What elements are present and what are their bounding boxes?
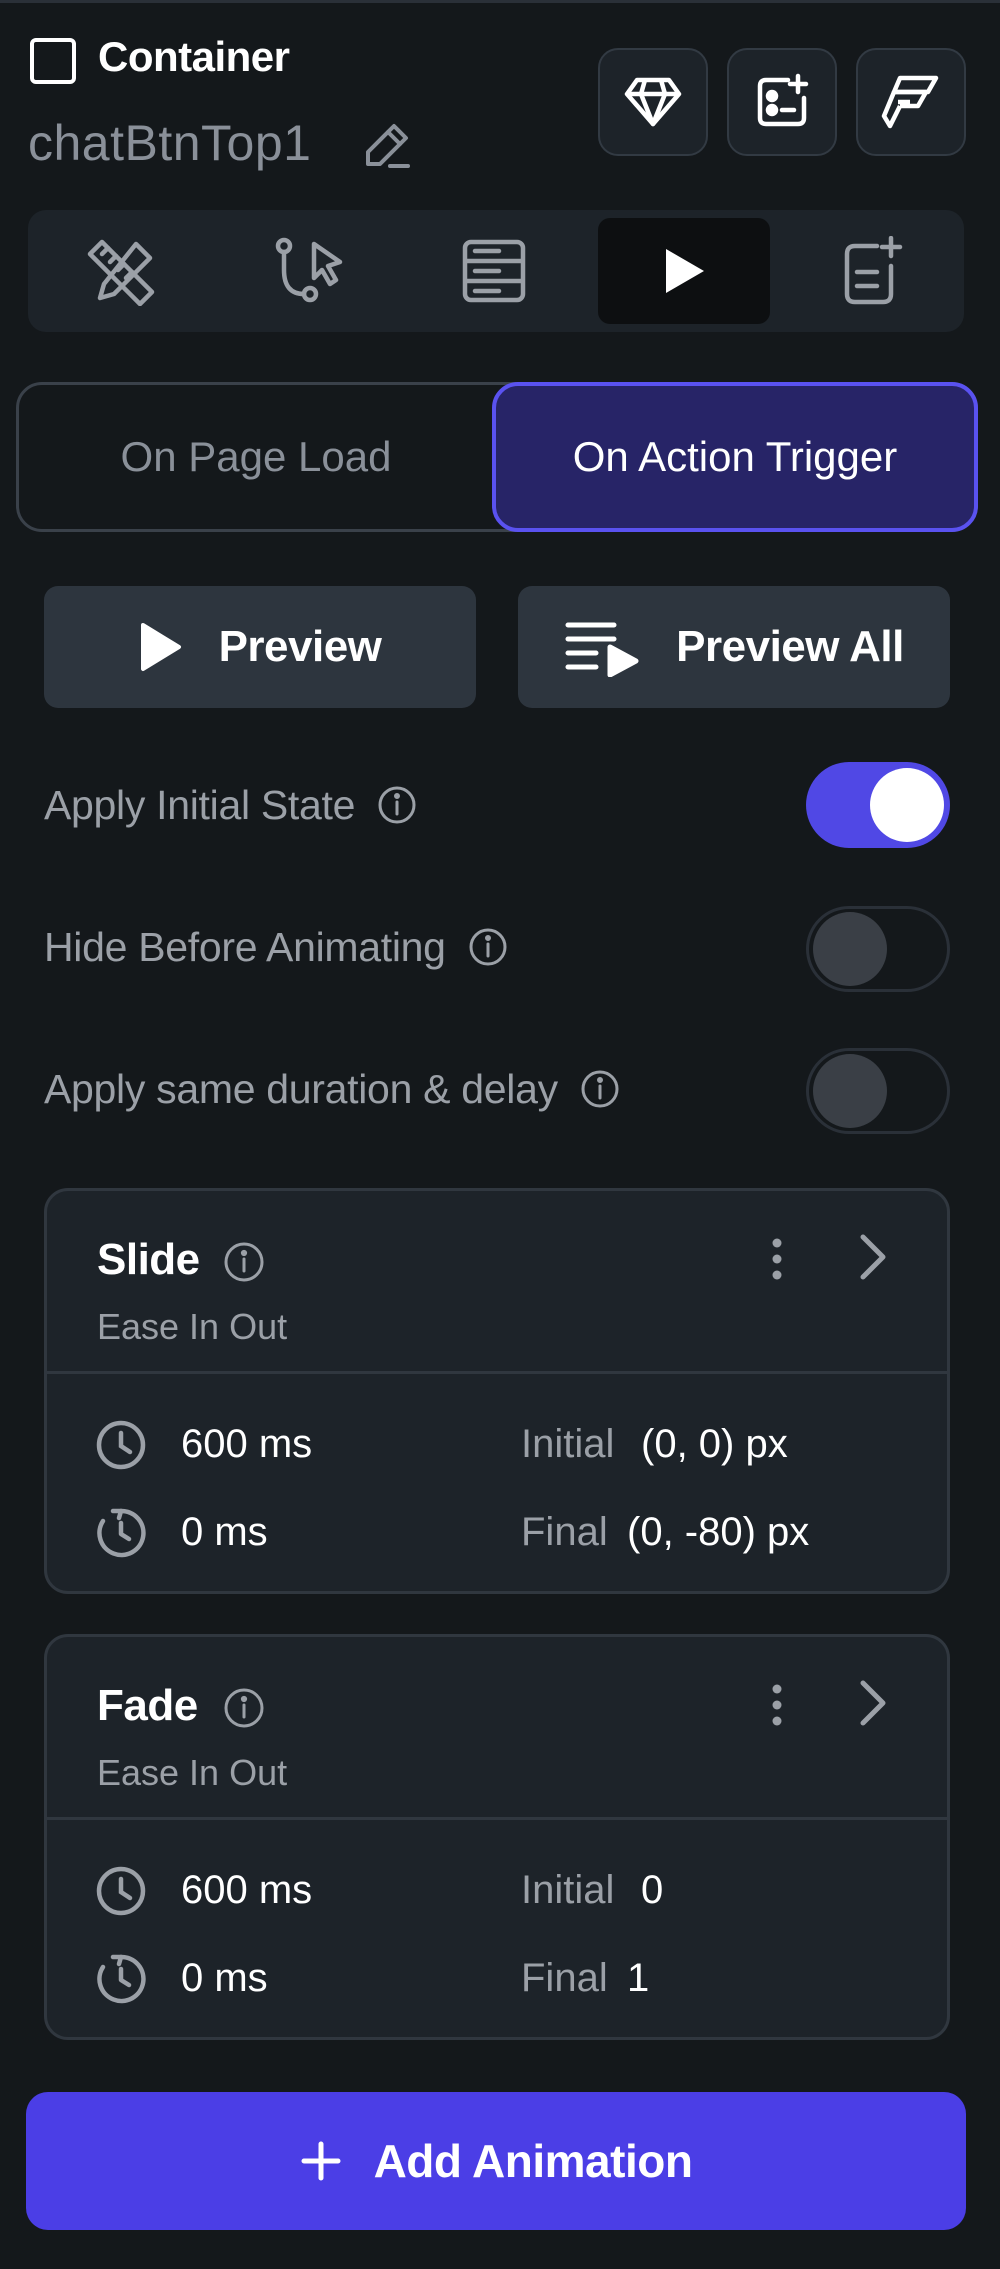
select-checkbox[interactable]: [30, 38, 76, 84]
duration-value: 600 ms: [181, 1422, 313, 1466]
animation-card-slide[interactable]: Slide Ease In Out 600 ms Initial (0, 0) …: [44, 1188, 950, 1594]
chevron-right-icon[interactable]: [845, 1227, 899, 1287]
top-border: [0, 0, 1000, 3]
delay-clock-icon: [95, 1507, 147, 1559]
info-icon[interactable]: [468, 927, 508, 967]
more-vertical-icon[interactable]: [757, 1677, 797, 1737]
action-flow-icon: [270, 236, 346, 306]
info-icon[interactable]: [580, 1069, 620, 1109]
play-icon: [662, 247, 706, 295]
info-icon[interactable]: [377, 785, 417, 825]
preview-label: Preview: [218, 622, 382, 671]
edit-pencil-icon[interactable]: [360, 118, 414, 172]
delay-clock-icon: [95, 1953, 147, 2005]
initial-label: Initial: [521, 1422, 615, 1466]
tab-documentation[interactable]: [786, 218, 958, 324]
flutterflow-button[interactable]: [856, 48, 966, 156]
component-name[interactable]: chatBtnTop1: [28, 114, 311, 172]
diamond-button[interactable]: [598, 48, 708, 156]
initial-label: Initial: [521, 1868, 615, 1912]
animation-title: Fade: [97, 1681, 198, 1730]
info-icon[interactable]: [223, 1687, 265, 1729]
final-value: 1: [627, 1956, 650, 2000]
tab-properties[interactable]: [36, 218, 208, 324]
diamond-icon: [623, 74, 683, 130]
document-add-icon: [837, 236, 907, 306]
clock-icon: [95, 1865, 147, 1917]
tab-actions[interactable]: [222, 218, 394, 324]
preview-all-label: Preview All: [676, 622, 904, 671]
final-label: Final: [521, 1510, 608, 1554]
initial-value: (0, 0) px: [641, 1422, 788, 1466]
play-icon: [139, 621, 183, 673]
delay-value: 0 ms: [181, 1510, 268, 1554]
toggle-label: Hide Before Animating: [44, 924, 446, 970]
animation-curve: Ease In Out: [97, 1752, 288, 1793]
add-animation-button[interactable]: Add Animation: [26, 2092, 966, 2230]
database-icon: [459, 236, 529, 306]
card-divider: [47, 1817, 947, 1820]
apply-initial-state-row: Apply Initial State: [44, 780, 417, 830]
initial-value: 0: [641, 1868, 664, 1912]
component-type-label: Container: [98, 33, 290, 80]
animation-card-fade[interactable]: Fade Ease In Out 600 ms Initial 0 0 ms F…: [44, 1634, 950, 2040]
animation-curve: Ease In Out: [97, 1306, 288, 1347]
flutterflow-icon: [880, 72, 942, 132]
same-duration-delay-row: Apply same duration & delay: [44, 1064, 620, 1114]
info-icon[interactable]: [223, 1241, 265, 1283]
hide-before-animating-row: Hide Before Animating: [44, 922, 508, 972]
add-widget-button[interactable]: [727, 48, 837, 156]
add-animation-label: Add Animation: [373, 2135, 693, 2187]
same-duration-delay-toggle[interactable]: [806, 1048, 950, 1134]
final-label: Final: [521, 1956, 608, 2000]
plus-icon: [300, 2140, 342, 2182]
tab-backend-query[interactable]: [408, 218, 580, 324]
apply-initial-state-toggle[interactable]: [806, 762, 950, 848]
clock-icon: [95, 1419, 147, 1471]
playlist-play-icon: [564, 617, 640, 677]
toggle-label: Apply Initial State: [44, 782, 356, 828]
preview-all-button[interactable]: Preview All: [518, 586, 950, 708]
duration-value: 600 ms: [181, 1868, 313, 1912]
preview-button[interactable]: Preview: [44, 586, 476, 708]
animation-title: Slide: [97, 1235, 200, 1284]
toggle-label: Apply same duration & delay: [44, 1066, 558, 1112]
final-value: (0, -80) px: [627, 1510, 810, 1554]
tab-animations[interactable]: [598, 218, 770, 324]
card-divider: [47, 1371, 947, 1374]
chevron-right-icon[interactable]: [845, 1673, 899, 1733]
delay-value: 0 ms: [181, 1956, 268, 2000]
on-page-load-option[interactable]: On Page Load: [20, 386, 492, 528]
ruler-pencil-icon: [84, 236, 160, 306]
on-action-trigger-option[interactable]: On Action Trigger: [492, 382, 978, 532]
more-vertical-icon[interactable]: [757, 1231, 797, 1291]
hide-before-animating-toggle[interactable]: [806, 906, 950, 992]
widget-add-icon: [752, 72, 812, 132]
